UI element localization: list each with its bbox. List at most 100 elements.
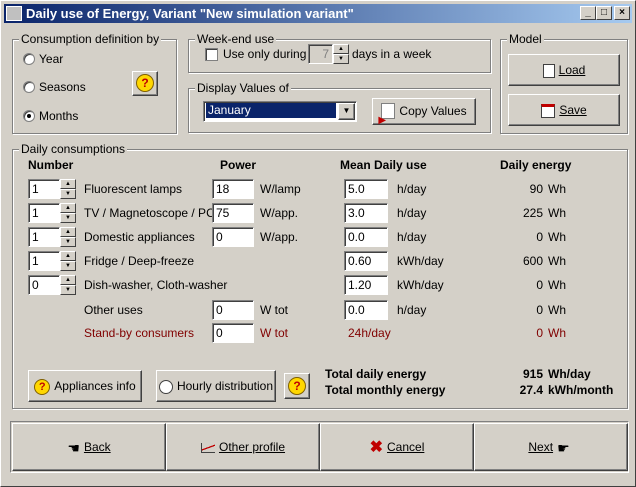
other-energy-value: 0 <box>536 303 543 317</box>
lamps-energy-unit: Wh <box>548 182 566 196</box>
other-uses-label: Other uses <box>84 303 143 317</box>
tv-use-unit: h/day <box>397 206 427 220</box>
title-bar[interactable]: Daily use of Energy, Variant "New simula… <box>4 4 632 23</box>
other-power-field[interactable]: 0 <box>212 300 254 320</box>
total-daily-value: 915 <box>522 367 543 381</box>
domestic-power-unit: W/app. <box>260 230 299 244</box>
month-select[interactable]: January <box>203 101 357 122</box>
lamps-power-field[interactable]: 18 <box>212 179 254 199</box>
close-button[interactable]: × <box>614 6 630 20</box>
fridge-number-spinner[interactable]: ▲ ▼ <box>60 251 76 271</box>
header-mean-daily-use: Mean Daily use <box>340 158 427 172</box>
lamps-use-field[interactable]: 5.0 <box>344 179 388 199</box>
daily-energy-window: Daily use of Energy, Variant "New simula… <box>0 0 636 487</box>
appliances-info-button[interactable]: ? Appliances info <box>28 370 142 402</box>
minimize-button[interactable]: _ <box>580 6 596 20</box>
hourly-help-button[interactable]: ? <box>284 373 310 399</box>
other-profile-label: Other profile <box>218 440 286 454</box>
other-profile-button[interactable]: Other profile <box>166 423 320 471</box>
tv-number-field[interactable]: 1 <box>28 203 60 223</box>
domestic-number-field[interactable]: 1 <box>28 227 60 247</box>
standby-power-field[interactable]: 0 <box>212 323 254 343</box>
fridge-label: Fridge / Deep-freeze <box>84 254 195 268</box>
domestic-energy-value: 0 <box>536 230 543 244</box>
hourly-distribution-label: Hourly distribution <box>176 379 274 393</box>
washer-number-field[interactable]: 0 <box>28 275 60 295</box>
standby-use-text: 24h/day <box>348 326 391 340</box>
lamps-use-unit: h/day <box>397 182 427 196</box>
radio-year[interactable] <box>23 53 35 65</box>
chart-icon <box>200 442 215 453</box>
fridge-energy-value: 600 <box>522 254 543 268</box>
month-selected-value: January <box>206 103 336 118</box>
tv-label: TV / Magnetoscope / PC <box>84 206 215 220</box>
cancel-label: Cancel <box>387 440 425 454</box>
next-label: Next <box>528 440 554 454</box>
display-values-label: Display Values of <box>195 81 291 95</box>
tv-number-spinner[interactable]: ▲ ▼ <box>60 203 76 223</box>
hourly-distribution-button[interactable]: Hourly distribution <box>156 370 276 402</box>
window-title: Daily use of Energy, Variant "New simula… <box>26 6 354 21</box>
save-icon <box>541 103 556 118</box>
consumption-help-button[interactable]: ? <box>132 71 158 96</box>
cancel-x-icon: ✖ <box>369 438 384 456</box>
standby-energy-value: 0 <box>536 326 543 340</box>
standby-label: Stand-by consumers <box>84 326 195 340</box>
lamps-energy-value: 90 <box>529 182 543 196</box>
lamps-power-unit: W/lamp <box>260 182 301 196</box>
app-icon <box>6 6 22 21</box>
radio-seasons[interactable] <box>23 81 35 93</box>
fridge-use-unit: kWh/day <box>397 254 444 268</box>
total-monthly-value: 27.4 <box>519 383 543 397</box>
help-icon-2: ? <box>288 377 306 395</box>
back-label: Back <box>83 440 111 454</box>
radio-months-label[interactable]: Months <box>39 109 78 123</box>
tv-power-field[interactable]: 75 <box>212 203 254 223</box>
weekend-label: Week-end use <box>195 32 277 46</box>
other-use-field[interactable]: 0.0 <box>344 300 388 320</box>
total-monthly-unit: kWh/month <box>548 383 614 397</box>
other-use-unit: h/day <box>397 303 427 317</box>
weekend-checkbox[interactable] <box>205 48 218 61</box>
domestic-label: Domestic appliances <box>84 230 195 244</box>
tv-power-unit: W/app. <box>260 206 299 220</box>
help-icon: ? <box>136 74 154 92</box>
fridge-use-field[interactable]: 0.60 <box>344 251 388 271</box>
weekend-checkbox-label[interactable]: Use only during <box>223 47 306 61</box>
month-dropdown-arrow[interactable]: ▼ <box>338 103 355 120</box>
washer-energy-unit: Wh <box>548 278 566 292</box>
tv-use-field[interactable]: 3.0 <box>344 203 388 223</box>
fridge-energy-unit: Wh <box>548 254 566 268</box>
daily-consumptions-label: Daily consumptions <box>19 142 128 156</box>
load-button[interactable]: Load <box>508 54 620 86</box>
domestic-use-unit: h/day <box>397 230 427 244</box>
load-label: Load <box>558 63 586 77</box>
tv-energy-unit: Wh <box>548 206 566 220</box>
next-button[interactable]: Next ☛ <box>474 423 628 471</box>
maximize-button[interactable]: □ <box>596 6 612 20</box>
domestic-use-field[interactable]: 0.0 <box>344 227 388 247</box>
copy-values-button[interactable]: ▶ Copy Values <box>372 98 476 126</box>
washer-use-field[interactable]: 1.20 <box>344 275 388 295</box>
back-button[interactable]: ☚ Back <box>12 423 166 471</box>
domestic-number-spinner[interactable]: ▲ ▼ <box>60 227 76 247</box>
radio-year-label[interactable]: Year <box>39 52 63 66</box>
washer-number-spinner[interactable]: ▲ ▼ <box>60 275 76 295</box>
domestic-power-field[interactable]: 0 <box>212 227 254 247</box>
copy-icon: ▶ <box>378 102 396 126</box>
standby-power-unit: W tot <box>260 326 289 340</box>
lamps-number-field[interactable]: 1 <box>28 179 60 199</box>
load-icon <box>542 63 555 78</box>
save-button[interactable]: Save <box>508 94 620 126</box>
header-daily-energy: Daily energy <box>500 158 572 172</box>
radio-months[interactable] <box>23 110 35 122</box>
cancel-button[interactable]: ✖ Cancel <box>320 423 474 471</box>
total-daily-label: Total daily energy <box>325 367 427 381</box>
lamps-number-spinner[interactable]: ▲ ▼ <box>60 179 76 199</box>
radio-seasons-label[interactable]: Seasons <box>39 80 86 94</box>
weekend-days-spinner[interactable]: ▲ ▼ <box>333 44 349 64</box>
fridge-number-field[interactable]: 1 <box>28 251 60 271</box>
washer-use-unit: kWh/day <box>397 278 444 292</box>
standby-energy-unit: Wh <box>548 326 566 340</box>
weekend-days-field[interactable]: 7 <box>308 44 333 64</box>
